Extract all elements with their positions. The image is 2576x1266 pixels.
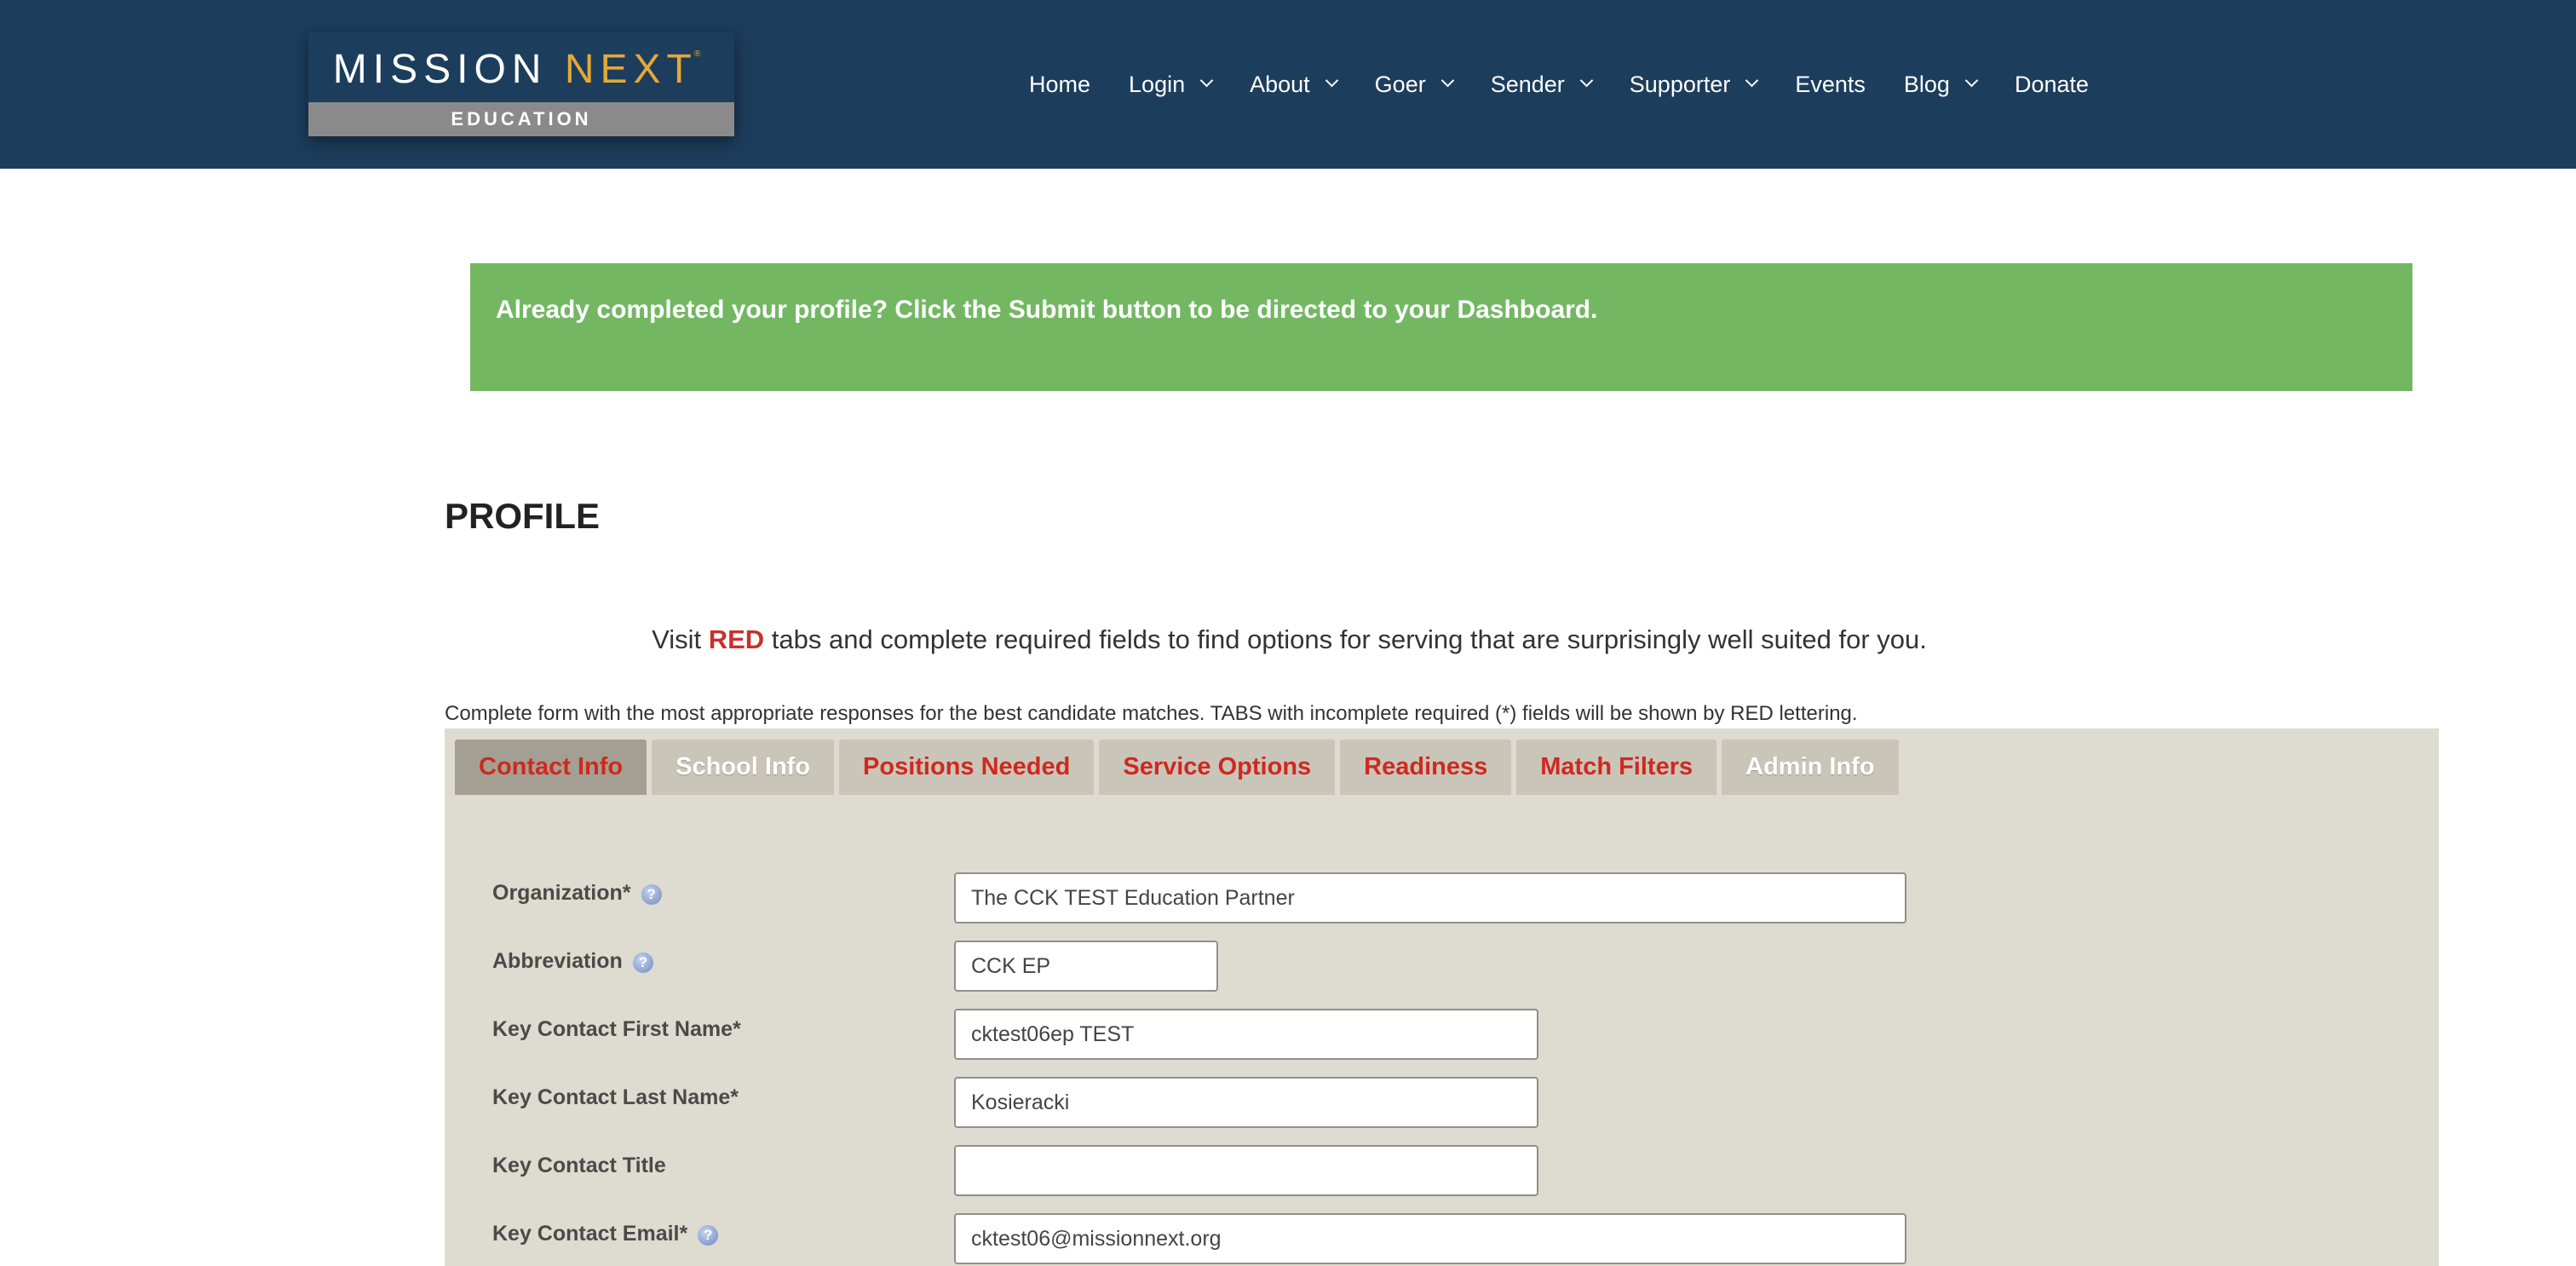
nav-label: Goer [1374,71,1426,97]
abbreviation-row: Abbreviation? [445,941,2439,992]
nav-login[interactable]: Login [1129,71,1214,98]
tab-match-filters[interactable]: Match Filters [1516,739,1717,795]
first-name-row: Key Contact First Name* [445,1009,2439,1060]
nav-label: Events [1795,71,1866,97]
email-label-text: Key Contact Email* [492,1222,688,1246]
site-header: MISSION NEXT® EDUCATION Home Login About… [0,0,2576,169]
logo-word-accent: NEXT [564,46,698,92]
visit-red-tabs-instruction: Visit RED tabs and complete required fie… [0,624,2576,655]
nav-about[interactable]: About [1250,71,1338,98]
help-icon[interactable]: ? [698,1224,719,1246]
nav-label: Home [1029,71,1091,97]
nav-donate[interactable]: Donate [2015,72,2089,98]
visit-post-text: tabs and complete required fields to fin… [764,624,1927,654]
form-instructions: Complete form with the most appropriate … [445,702,1858,725]
nav-label: Donate [2014,71,2090,97]
form-tabs: Contact Info School Info Positions Neede… [455,739,1904,795]
nav-events[interactable]: Events [1795,72,1866,98]
profile-form-panel: Contact Info School Info Positions Neede… [445,728,2439,1266]
nav-label: About [1250,71,1310,97]
contact-title-label: Key Contact Title [492,1154,666,1177]
email-row: Key Contact Email*? [445,1213,2439,1264]
last-name-row: Key Contact Last Name* [445,1077,2439,1128]
abbreviation-label: Abbreviation? [492,949,653,974]
help-icon[interactable]: ? [632,952,653,973]
tab-school-info[interactable]: School Info [652,739,835,795]
logo-word-main: MISSION [332,46,565,92]
chevron-down-icon[interactable] [1745,73,1759,87]
nav-supporter[interactable]: Supporter [1629,71,1759,98]
tab-positions-needed[interactable]: Positions Needed [839,739,1095,795]
nav-goer[interactable]: Goer [1374,71,1454,98]
contact-title-input[interactable] [954,1145,1538,1196]
chevron-down-icon[interactable] [1199,73,1214,87]
first-name-input[interactable] [954,1009,1538,1060]
organization-input[interactable] [954,872,1906,924]
nav-home[interactable]: Home [1029,72,1090,98]
nav-blog[interactable]: Blog [1903,71,1979,98]
chevron-down-icon[interactable] [1579,73,1594,87]
visit-red-text: RED [708,624,765,654]
abbreviation-input[interactable] [954,941,1218,992]
last-name-label: Key Contact Last Name* [492,1085,739,1109]
tab-admin-info[interactable]: Admin Info [1722,739,1899,795]
submit-info-banner: Already completed your profile? Click th… [470,263,2412,391]
tab-contact-info[interactable]: Contact Info [455,739,647,795]
logo-wordmark: MISSION NEXT® [308,32,734,102]
abbreviation-label-text: Abbreviation [492,949,623,973]
chevron-down-icon[interactable] [1325,73,1338,87]
visit-pre-text: Visit [652,624,709,654]
nav-sender[interactable]: Sender [1490,71,1594,98]
nav-label: Blog [1903,71,1950,97]
organization-label: Organization*? [492,881,662,906]
first-name-label: Key Contact First Name* [492,1017,741,1041]
page-title: PROFILE [445,496,601,536]
email-label: Key Contact Email*? [492,1222,719,1246]
last-name-input[interactable] [954,1077,1538,1128]
contact-title-row: Key Contact Title [445,1145,2439,1196]
logo-subtitle: EDUCATION [308,102,734,136]
nav-label: Supporter [1629,71,1731,97]
main-nav: Home Login About Goer Sender Supporter E… [1029,66,2089,102]
nav-label: Sender [1490,71,1565,97]
logo-registered-mark: ® [693,49,707,59]
chevron-down-icon[interactable] [1964,73,1979,87]
chevron-down-icon[interactable] [1440,73,1454,87]
email-input[interactable] [954,1213,1906,1264]
missionnext-logo[interactable]: MISSION NEXT® EDUCATION [308,32,734,136]
organization-row: Organization*? [445,872,2439,924]
organization-label-text: Organization* [492,881,631,905]
tab-service-options[interactable]: Service Options [1099,739,1336,795]
tab-readiness[interactable]: Readiness [1340,739,1512,795]
nav-label: Login [1129,71,1186,97]
banner-text: Already completed your profile? Click th… [496,296,1598,324]
help-icon[interactable]: ? [641,883,662,905]
